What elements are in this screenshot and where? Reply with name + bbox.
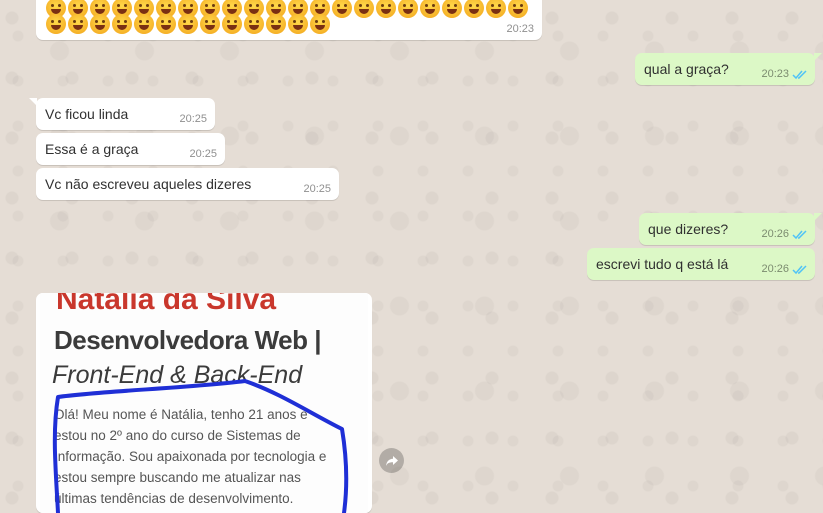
- message-time: 20:25: [179, 113, 207, 125]
- laughing-face-emoji: [332, 0, 352, 18]
- laughing-face-emoji: [508, 0, 528, 18]
- message-time: 20:26: [761, 263, 789, 275]
- laughing-face-emoji: [134, 14, 154, 34]
- message-time: 20:23: [506, 23, 534, 35]
- message-outgoing[interactable]: escrevi tudo q está lá 20:26: [587, 248, 815, 280]
- laughing-face-emoji: [442, 0, 462, 18]
- bubble-tail: [814, 53, 822, 61]
- emoji-row: [46, 14, 330, 34]
- image-body-text: Olá! Meu nome é Natália, tenho 21 anos e…: [54, 404, 354, 509]
- message-text: Vc ficou linda: [45, 106, 129, 122]
- message-text: qual a graça?: [644, 61, 729, 77]
- message-emoji[interactable]: 20:23: [36, 0, 542, 40]
- message-text: Vc não escreveu aqueles dizeres: [45, 176, 252, 192]
- double-check-icon: [792, 265, 807, 275]
- message-time: 20:25: [303, 183, 331, 195]
- double-check-icon: [792, 70, 807, 80]
- laughing-face-emoji: [222, 14, 242, 34]
- image-body-line: estou no 2º ano do curso de Sistemas de: [54, 428, 301, 443]
- message-time: 20:23: [761, 68, 789, 80]
- laughing-face-emoji: [46, 14, 66, 34]
- message-outgoing[interactable]: que dizeres? 20:26: [639, 213, 822, 245]
- laughing-face-emoji: [376, 0, 396, 18]
- laughing-face-emoji: [398, 0, 418, 18]
- laughing-face-emoji: [266, 14, 286, 34]
- image-role-text: Desenvolvedora Web |: [54, 325, 322, 355]
- message-time: 20:26: [761, 228, 789, 240]
- message-incoming[interactable]: Vc ficou linda 20:25: [29, 98, 215, 130]
- laughing-face-emoji: [156, 14, 176, 34]
- laughing-face-emoji: [288, 14, 308, 34]
- bubble-tail: [814, 213, 822, 221]
- message-incoming[interactable]: Essa é a graça 20:25: [36, 133, 225, 165]
- forward-icon: [385, 455, 398, 466]
- image-body-line: estou sempre buscando me atualizar nas: [54, 470, 301, 485]
- laughing-face-emoji: [112, 14, 132, 34]
- laughing-face-emoji: [90, 14, 110, 34]
- double-check-icon: [792, 230, 807, 240]
- shared-image[interactable]: Natália da Silva Desenvolvedora Web | Fr…: [40, 293, 368, 513]
- bubble-tail: [29, 98, 37, 106]
- laughing-face-emoji: [310, 14, 330, 34]
- image-message[interactable]: Natália da Silva Desenvolvedora Web | Fr…: [36, 293, 372, 513]
- forward-button[interactable]: [379, 448, 404, 473]
- message-text: que dizeres?: [648, 221, 729, 237]
- message-text: escrevi tudo q está lá: [596, 256, 729, 272]
- image-body-line: últimas tendências de desenvolvimento.: [54, 491, 294, 506]
- image-name-text: Natália da Silva: [56, 293, 277, 316]
- image-body-line: Informação. Sou apaixonada por tecnologi…: [54, 449, 327, 464]
- laughing-face-emoji: [178, 14, 198, 34]
- laughing-face-emoji: [354, 0, 374, 18]
- image-subtitle-text: Front-End & Back-End: [52, 361, 303, 389]
- message-text: Essa é a graça: [45, 141, 139, 157]
- laughing-face-emoji: [464, 0, 484, 18]
- laughing-face-emoji: [68, 14, 88, 34]
- laughing-face-emoji: [420, 0, 440, 18]
- laughing-face-emoji: [244, 14, 264, 34]
- message-time: 20:25: [189, 148, 217, 160]
- message-incoming[interactable]: Vc não escreveu aqueles dizeres 20:25: [36, 168, 339, 200]
- message-outgoing[interactable]: qual a graça? 20:23: [635, 53, 822, 85]
- image-body-line: Olá! Meu nome é Natália, tenho 21 anos e: [54, 407, 308, 422]
- laughing-face-emoji: [200, 14, 220, 34]
- laughing-face-emoji: [486, 0, 506, 18]
